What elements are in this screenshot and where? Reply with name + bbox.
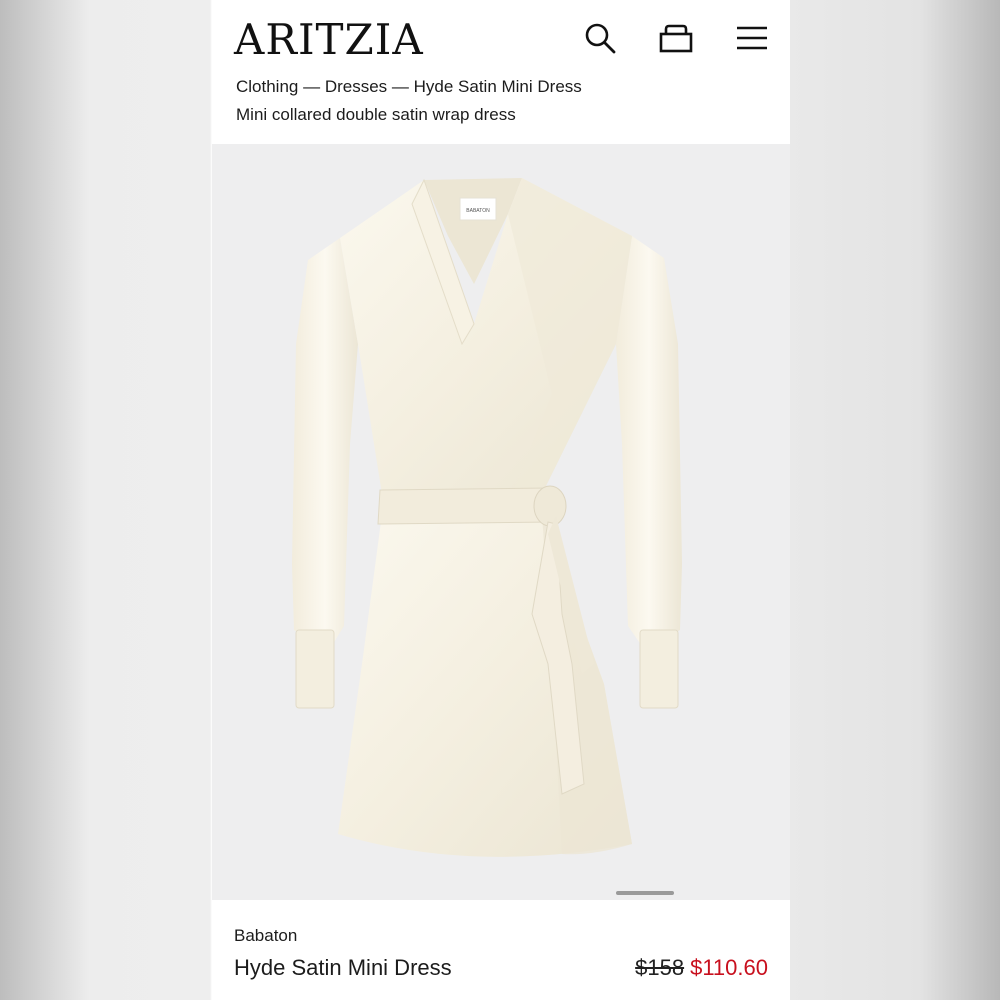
breadcrumb[interactable]: Clothing — Dresses — Hyde Satin Mini Dre… [236,76,582,98]
dress-image: BABATON [292,178,682,857]
header: ARITZIA [212,0,790,78]
product-name: Hyde Satin Mini Dress [234,955,452,980]
product-subtitle: Mini collared double satin wrap dress [236,105,516,124]
garment-label: BABATON [466,208,490,214]
menu-icon[interactable] [734,20,770,56]
price-block: $158 $110.60 [635,955,768,981]
product-image-carousel[interactable]: BABATON [212,144,790,900]
product-info: Babaton Hyde Satin Mini Dress $158 $110.6… [212,900,790,1000]
bag-icon[interactable] [658,20,694,56]
phone-screen: ARITZIA Clothing — Dresses — Hyde Satin … [212,0,790,1000]
sale-price: $110.60 [690,955,768,980]
brand-logo[interactable]: ARITZIA [234,14,424,66]
product-brand[interactable]: Babaton [234,926,297,946]
search-icon[interactable] [582,20,618,56]
carousel-indicator[interactable] [616,891,674,895]
original-price: $158 [635,955,685,980]
